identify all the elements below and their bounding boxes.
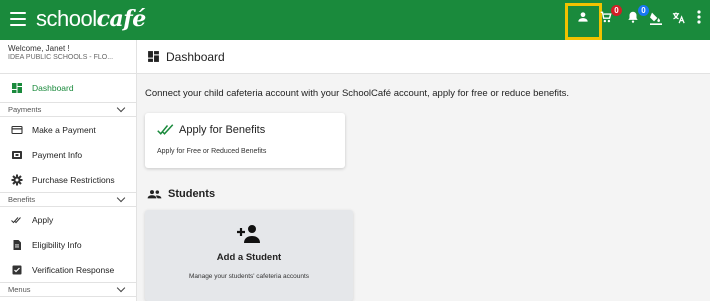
user-icon[interactable] xyxy=(573,10,593,30)
sidebar-section-benefits[interactable]: Benefits xyxy=(0,192,136,207)
logo-text-bold: café xyxy=(96,6,147,32)
document-icon xyxy=(13,239,21,250)
chevron-down-icon xyxy=(116,283,126,293)
sidebar-item-label: Verification Response xyxy=(32,264,115,275)
sidebar-item-eligibility-info[interactable]: Eligibility Info xyxy=(0,232,136,257)
page-title: Dashboard xyxy=(166,49,225,64)
sidebar-item-apply[interactable]: Apply xyxy=(0,207,136,232)
dashboard-icon xyxy=(12,83,22,93)
sidebar-section-menus[interactable]: Menus xyxy=(0,282,136,297)
students-heading-text: Students xyxy=(168,188,216,200)
students-heading: Students xyxy=(147,188,215,200)
sidebar-item-label: Eligibility Info xyxy=(32,239,82,250)
credit-card-icon xyxy=(11,125,23,134)
top-app-bar: schoolcafé 0 0 xyxy=(0,0,710,40)
main-content: Dashboard Connect your child cafeteria a… xyxy=(137,40,710,301)
bell-icon[interactable]: 0 xyxy=(623,5,649,30)
sidebar-item-payment-info[interactable]: Payment Info xyxy=(0,142,136,167)
card-title: Add a Student xyxy=(216,252,282,263)
add-person-icon xyxy=(237,225,260,243)
sidebar-item-verification-response[interactable]: Verification Response xyxy=(0,257,136,282)
gear-icon xyxy=(11,174,23,185)
sidebar-item-label: Apply xyxy=(32,214,54,225)
section-label: Menus xyxy=(8,285,31,294)
intro-text: Connect your child cafeteria account wit… xyxy=(145,88,570,99)
sidebar-section-payments[interactable]: Payments xyxy=(0,102,136,117)
cart-icon[interactable]: 0 xyxy=(596,5,622,30)
chevron-down-icon xyxy=(116,193,126,203)
sidebar-item-label: Purchase Restrictions xyxy=(32,174,115,185)
checkbox-icon xyxy=(12,265,22,274)
paint-bucket-icon[interactable] xyxy=(646,10,666,30)
page-header: Dashboard xyxy=(137,40,710,74)
logo-text-light: school xyxy=(36,6,97,31)
sidebar: Welcome, Janet ! IDEA PUBLIC SCHOOLS - F… xyxy=(0,40,137,301)
sidebar-item-label: Make a Payment xyxy=(32,124,96,135)
section-label: Payments xyxy=(8,105,42,114)
card-subtitle: Apply for Free or Reduced Benefits xyxy=(157,148,267,155)
section-label: Benefits xyxy=(8,195,36,204)
more-vert-icon[interactable] xyxy=(689,10,709,30)
payment-info-icon xyxy=(12,150,22,159)
apply-for-benefits-card[interactable]: Apply for Benefits Apply for Free or Red… xyxy=(145,113,345,168)
sidebar-item-purchase-restrictions[interactable]: Purchase Restrictions xyxy=(0,167,136,192)
add-student-card[interactable]: Add a Student Manage your students' cafe… xyxy=(145,210,353,301)
sidebar-item-make-payment[interactable]: Make a Payment xyxy=(0,117,136,142)
double-check-icon xyxy=(157,124,174,135)
card-title: Apply for Benefits xyxy=(179,124,266,136)
hamburger-menu-icon[interactable] xyxy=(10,12,26,26)
welcome-text: Welcome, Janet ! xyxy=(8,44,70,53)
district-name: IDEA PUBLIC SCHOOLS - FLO... xyxy=(8,54,114,61)
group-icon xyxy=(147,190,162,199)
dashboard-icon xyxy=(148,51,159,62)
cart-count-badge: 0 xyxy=(611,5,622,16)
card-title-row: Apply for Benefits xyxy=(157,124,265,136)
sidebar-item-label: Dashboard xyxy=(32,83,74,93)
chevron-down-icon xyxy=(116,103,126,113)
translate-icon[interactable] xyxy=(668,10,688,30)
sidebar-item-label: Payment Info xyxy=(32,149,83,160)
schoolcafe-logo[interactable]: schoolcafé xyxy=(36,6,146,32)
card-subtitle: Manage your students' cafeteria accounts xyxy=(188,273,310,280)
welcome-block: Welcome, Janet ! IDEA PUBLIC SCHOOLS - F… xyxy=(0,40,136,74)
double-check-icon xyxy=(11,216,21,223)
sidebar-item-dashboard[interactable]: Dashboard xyxy=(0,74,136,102)
